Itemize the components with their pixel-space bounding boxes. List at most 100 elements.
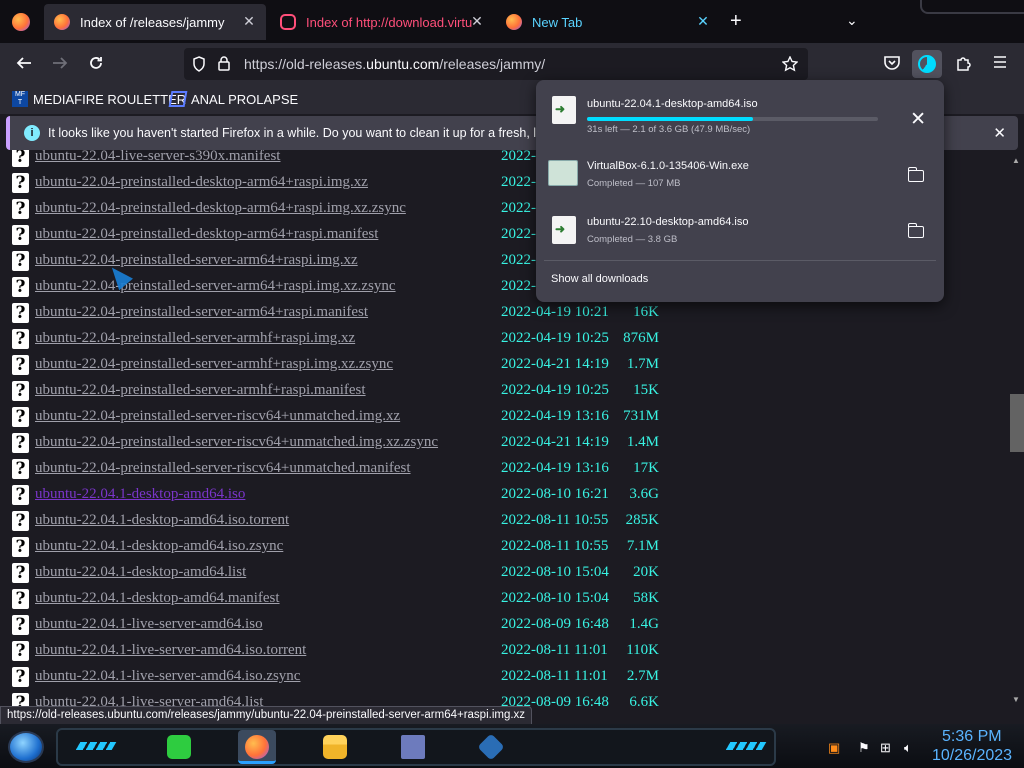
file-link[interactable]: ubuntu-22.04-preinstalled-server-armhf+r…	[35, 382, 366, 399]
file-date: 2022-04-19 10:25	[501, 330, 609, 346]
hamburger-menu-icon	[994, 56, 1006, 68]
download-item-completed[interactable]: ➜ ubuntu-22.10-desktop-amd64.iso Complet…	[536, 204, 944, 260]
file-link[interactable]: ubuntu-22.04-preinstalled-server-riscv64…	[35, 434, 438, 451]
file-link[interactable]: ubuntu-22.04-preinstalled-server-riscv64…	[35, 408, 400, 425]
url-domain: ubuntu.com	[366, 56, 440, 72]
listing-row: ? ubuntu-22.04-preinstalled-server-arm64+…	[0, 301, 700, 327]
file-link[interactable]: ubuntu-22.04.1-desktop-amd64.list	[35, 564, 246, 581]
start-button[interactable]	[8, 731, 44, 763]
file-link[interactable]: ubuntu-22.04-preinstalled-desktop-arm64+…	[35, 200, 406, 217]
taskbar-virtualbox-app[interactable]	[472, 730, 510, 764]
download-status: Completed — 107 MB	[587, 178, 681, 189]
download-item-completed[interactable]: VirtualBox-6.1.0-135406-Win.exe Complete…	[536, 148, 944, 204]
firefox-app-icon	[245, 735, 269, 759]
download-filename: ubuntu-22.04.1-desktop-amd64.iso	[587, 98, 758, 110]
app-menu-button[interactable]	[990, 54, 1010, 74]
pocket-button[interactable]	[882, 54, 902, 74]
file-link[interactable]: ubuntu-22.04-preinstalled-desktop-arm64+…	[35, 226, 378, 243]
tab-close-icon[interactable]: ✕	[468, 13, 486, 30]
file-link[interactable]: ubuntu-22.04-live-server-s390x.manifest	[35, 150, 280, 165]
file-link[interactable]: ubuntu-22.04-preinstalled-server-arm64+r…	[35, 304, 368, 321]
tab-index-virtualbox[interactable]: Index of http://download.virtu ✕	[272, 4, 494, 40]
notification-close-button[interactable]: ✕	[993, 124, 1006, 142]
file-link[interactable]: ubuntu-22.04-preinstalled-desktop-arm64+…	[35, 174, 368, 191]
firefox-view-icon[interactable]	[12, 13, 30, 31]
unknown-file-icon: ?	[12, 433, 29, 453]
scrollbar-thumb[interactable]	[1010, 394, 1024, 452]
firefox-favicon-icon	[506, 14, 522, 30]
download-status: 31s left — 2.1 of 3.6 GB (47.9 MB/sec)	[587, 124, 751, 135]
lock-icon[interactable]	[218, 56, 230, 74]
bookmark-anal-prolapse[interactable]: ANAL PROLAPSE	[168, 91, 298, 107]
unknown-file-icon: ?	[12, 693, 29, 706]
cancel-download-button[interactable]: ✕	[910, 108, 926, 131]
show-in-folder-icon[interactable]	[907, 167, 924, 182]
action-center-flag-icon[interactable]: ⚑	[858, 740, 870, 756]
file-date: 2022-08-11 10:55	[501, 538, 609, 554]
taskbar-firefox-app[interactable]	[238, 730, 276, 764]
taskbar-notes-app[interactable]	[160, 730, 198, 764]
listing-row: ? ubuntu-22.04.1-desktop-amd64.manifest 20…	[0, 587, 700, 613]
download-item-active[interactable]: ➜ ubuntu-22.04.1-desktop-amd64.iso 31s l…	[536, 84, 944, 140]
listing-row: ? ubuntu-22.04.1-live-server-amd64.iso.to…	[0, 639, 700, 665]
tab-index-jammy[interactable]: Index of /releases/jammy ✕	[44, 4, 266, 40]
url-text[interactable]: https://old-releases.ubuntu.com/releases…	[244, 56, 545, 72]
file-link[interactable]: ubuntu-22.04.1-desktop-amd64.iso.zsync	[35, 538, 283, 555]
unknown-file-icon: ?	[12, 173, 29, 193]
file-link[interactable]: ubuntu-22.04-preinstalled-server-riscv64…	[35, 460, 411, 477]
file-link[interactable]: ubuntu-22.04.1-live-server-amd64.iso.zsy…	[35, 668, 300, 685]
forward-arrow-icon	[53, 57, 68, 69]
show-in-folder-icon[interactable]	[907, 223, 924, 238]
file-link[interactable]: ubuntu-22.04.1-desktop-amd64.manifest	[35, 590, 280, 607]
new-tab-button[interactable]: +	[730, 10, 742, 33]
back-button[interactable]	[14, 54, 34, 74]
show-all-downloads-button[interactable]: Show all downloads	[551, 273, 648, 285]
bookmark-star-icon[interactable]	[781, 55, 799, 75]
file-link[interactable]: ubuntu-22.04-preinstalled-server-arm64+r…	[35, 278, 396, 295]
file-size: 6.6K	[629, 694, 659, 706]
tab-new-tab[interactable]: New Tab ✕	[500, 4, 720, 40]
page-scrollbar[interactable]: ▲ ▼	[1010, 150, 1024, 706]
listing-row: ? ubuntu-22.04-preinstalled-server-riscv6…	[0, 431, 700, 457]
unknown-file-icon: ?	[12, 381, 29, 401]
file-size: 731M	[623, 408, 659, 424]
scroll-down-icon[interactable]: ▼	[1012, 695, 1020, 704]
tracking-protection-shield-icon[interactable]	[192, 56, 206, 75]
file-date: 2022-08-11 11:01	[501, 668, 608, 684]
url-path: /releases/jammy/	[439, 56, 546, 72]
volume-icon[interactable]: 🔈︎	[904, 740, 912, 756]
tray-app-icon[interactable]: ▣	[828, 740, 840, 756]
list-all-tabs-button[interactable]: ⌄	[846, 12, 858, 29]
tab-close-icon[interactable]: ✕	[240, 13, 258, 30]
file-link[interactable]: ubuntu-22.04.1-desktop-amd64.iso.torrent	[35, 512, 289, 529]
status-link-url: https://old-releases.ubuntu.com/releases…	[0, 706, 533, 726]
reload-button[interactable]	[86, 54, 106, 74]
listing-row: ? ubuntu-22.04.1-desktop-amd64.iso.zsync 2…	[0, 535, 700, 561]
taskbar-file-explorer-app[interactable]	[316, 730, 354, 764]
listing-row: ? ubuntu-22.04-preinstalled-server-riscv6…	[0, 405, 700, 431]
extensions-button[interactable]	[954, 54, 974, 74]
file-link[interactable]: ubuntu-22.04.1-desktop-amd64.iso	[35, 486, 245, 503]
address-bar[interactable]: https://old-releases.ubuntu.com/releases…	[184, 48, 808, 80]
downloads-button[interactable]	[912, 50, 942, 78]
clock-time[interactable]: 5:36 PM	[942, 728, 1002, 746]
listing-row: ? ubuntu-22.04-preinstalled-server-armhf+…	[0, 379, 700, 405]
file-link[interactable]: ubuntu-22.04-preinstalled-server-arm64+r…	[35, 252, 358, 269]
forward-button[interactable]	[50, 54, 70, 74]
scroll-up-icon[interactable]: ▲	[1012, 156, 1020, 165]
bookmark-mediafire-rouletter[interactable]: MF T MEDIAFIRE ROULETTER	[12, 91, 186, 107]
iso-file-icon: ➜	[552, 96, 576, 124]
url-prefix: https://old-releases.	[244, 56, 367, 72]
file-link[interactable]: ubuntu-22.04-preinstalled-server-armhf+r…	[35, 356, 393, 373]
file-link[interactable]: ubuntu-22.04-preinstalled-server-armhf+r…	[35, 330, 355, 347]
tab-close-icon[interactable]: ✕	[694, 13, 712, 30]
file-link[interactable]: ubuntu-22.04.1-live-server-amd64.iso	[35, 616, 263, 633]
clock-date[interactable]: 10/26/2023	[932, 747, 1012, 765]
download-status: Completed — 3.8 GB	[587, 234, 678, 245]
taskbar-window-app[interactable]	[394, 730, 432, 764]
unknown-file-icon: ?	[12, 407, 29, 427]
file-link[interactable]: ubuntu-22.04.1-live-server-amd64.list	[35, 694, 263, 706]
network-icon[interactable]: ⊞	[880, 740, 891, 756]
file-link[interactable]: ubuntu-22.04.1-live-server-amd64.iso.tor…	[35, 642, 306, 659]
bookmark-icon	[168, 91, 188, 107]
